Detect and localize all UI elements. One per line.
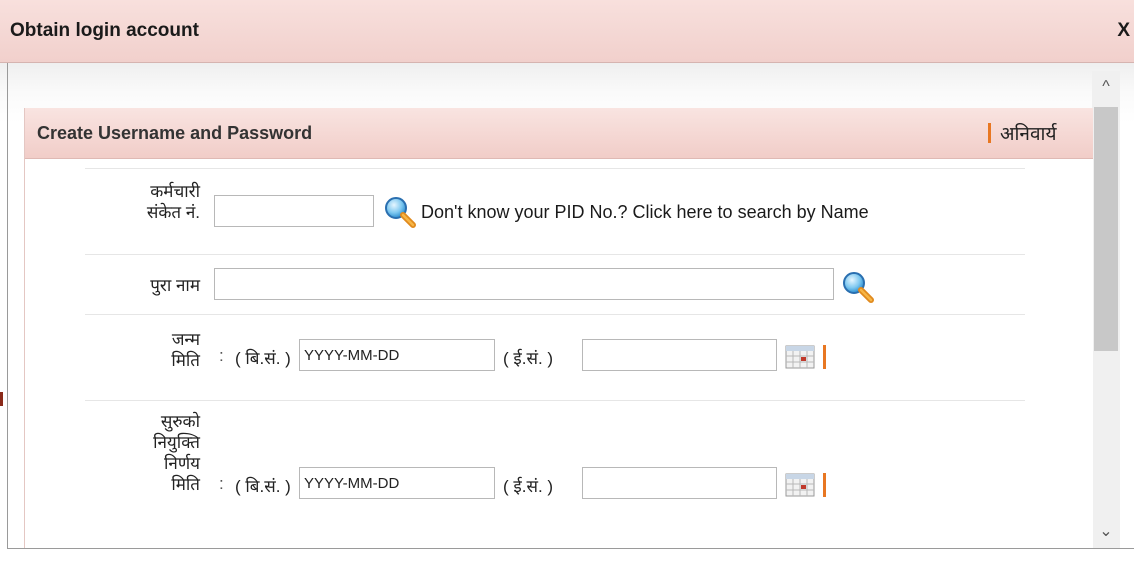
- pid-search-icon[interactable]: [383, 195, 417, 229]
- content-frame-left-border: [7, 63, 8, 548]
- scrollbar-thumb[interactable]: [1094, 107, 1118, 351]
- appointment-ad-input[interactable]: [582, 467, 777, 499]
- pid-label: कर्मचारी संकेत नं.: [85, 181, 200, 223]
- pid-row: कर्मचारी संकेत नं. : Don't know your PID…: [85, 168, 1025, 257]
- pid-input[interactable]: [214, 195, 374, 227]
- appointment-date-row: सुरुको नियुक्ति निर्णय मिति : ( बि.सं. )…: [85, 400, 1025, 548]
- dob-label-line1: जन्म: [171, 330, 200, 349]
- full-name-label: पुरा नाम: [150, 276, 200, 295]
- appointment-label-line3: निर्णय: [164, 454, 200, 473]
- full-name-input[interactable]: [214, 268, 834, 300]
- content-frame-bottom-border: [7, 548, 1134, 549]
- scroll-down-arrow-icon[interactable]: ⌄: [1092, 516, 1120, 548]
- background-edge-mark: [0, 392, 3, 406]
- dob-label: जन्म मिति: [85, 329, 200, 371]
- appointment-bs-input[interactable]: [299, 467, 495, 499]
- dob-calendar-icon[interactable]: [785, 345, 815, 369]
- appointment-label-line1: सुरुको: [160, 412, 200, 431]
- scroll-up-arrow-icon[interactable]: ^: [1092, 71, 1120, 103]
- obtain-login-dialog: Obtain login account X ^ ⌄ Create Userna…: [0, 0, 1134, 572]
- required-legend-text: अनिवार्य: [1000, 124, 1057, 145]
- appointment-calendar-icon[interactable]: [785, 473, 815, 497]
- vertical-scrollbar[interactable]: ^ ⌄: [1092, 71, 1120, 548]
- dob-row: जन्म मिति : ( बि.सं. ) ( ई.सं. ): [85, 314, 1025, 401]
- dialog-titlebar: Obtain login account X: [0, 0, 1134, 63]
- appointment-date-label: सुरुको नियुक्ति निर्णय मिति: [85, 411, 200, 495]
- appointment-bs-label: ( बि.सं. ): [235, 477, 291, 496]
- dob-label-line2: मिति: [171, 351, 200, 370]
- close-button[interactable]: X: [1117, 20, 1130, 42]
- required-marker-icon: [988, 123, 991, 143]
- appointment-colon: :: [219, 474, 224, 493]
- search-by-name-link[interactable]: Don't know your PID No.? Click here to s…: [421, 202, 869, 223]
- full-name-search-icon[interactable]: [841, 270, 875, 304]
- pid-label-line2: संकेत नं.: [146, 203, 200, 222]
- appointment-required-marker: [823, 473, 826, 497]
- appointment-ad-label: ( ई.सं. ): [503, 477, 554, 496]
- dob-required-marker: [823, 345, 826, 369]
- panel-title: Create Username and Password: [37, 123, 313, 143]
- required-legend: अनिवार्य: [988, 120, 1057, 146]
- pid-label-line1: कर्मचारी: [150, 182, 200, 201]
- appointment-label-line2: नियुक्ति: [153, 433, 200, 452]
- create-credentials-panel: Create Username and Password अनिवार्य कर…: [24, 108, 1093, 548]
- panel-header: Create Username and Password अनिवार्य: [25, 108, 1093, 159]
- dob-bs-input[interactable]: [299, 339, 495, 371]
- dob-ad-input[interactable]: [582, 339, 777, 371]
- full-name-row: पुरा नाम :: [85, 254, 1025, 315]
- dob-ad-label: ( ई.सं. ): [503, 349, 554, 368]
- dob-colon: :: [219, 346, 224, 365]
- dob-bs-label: ( बि.सं. ): [235, 349, 291, 368]
- appointment-label-line4: मिति: [171, 475, 200, 494]
- dialog-title: Obtain login account: [10, 20, 199, 41]
